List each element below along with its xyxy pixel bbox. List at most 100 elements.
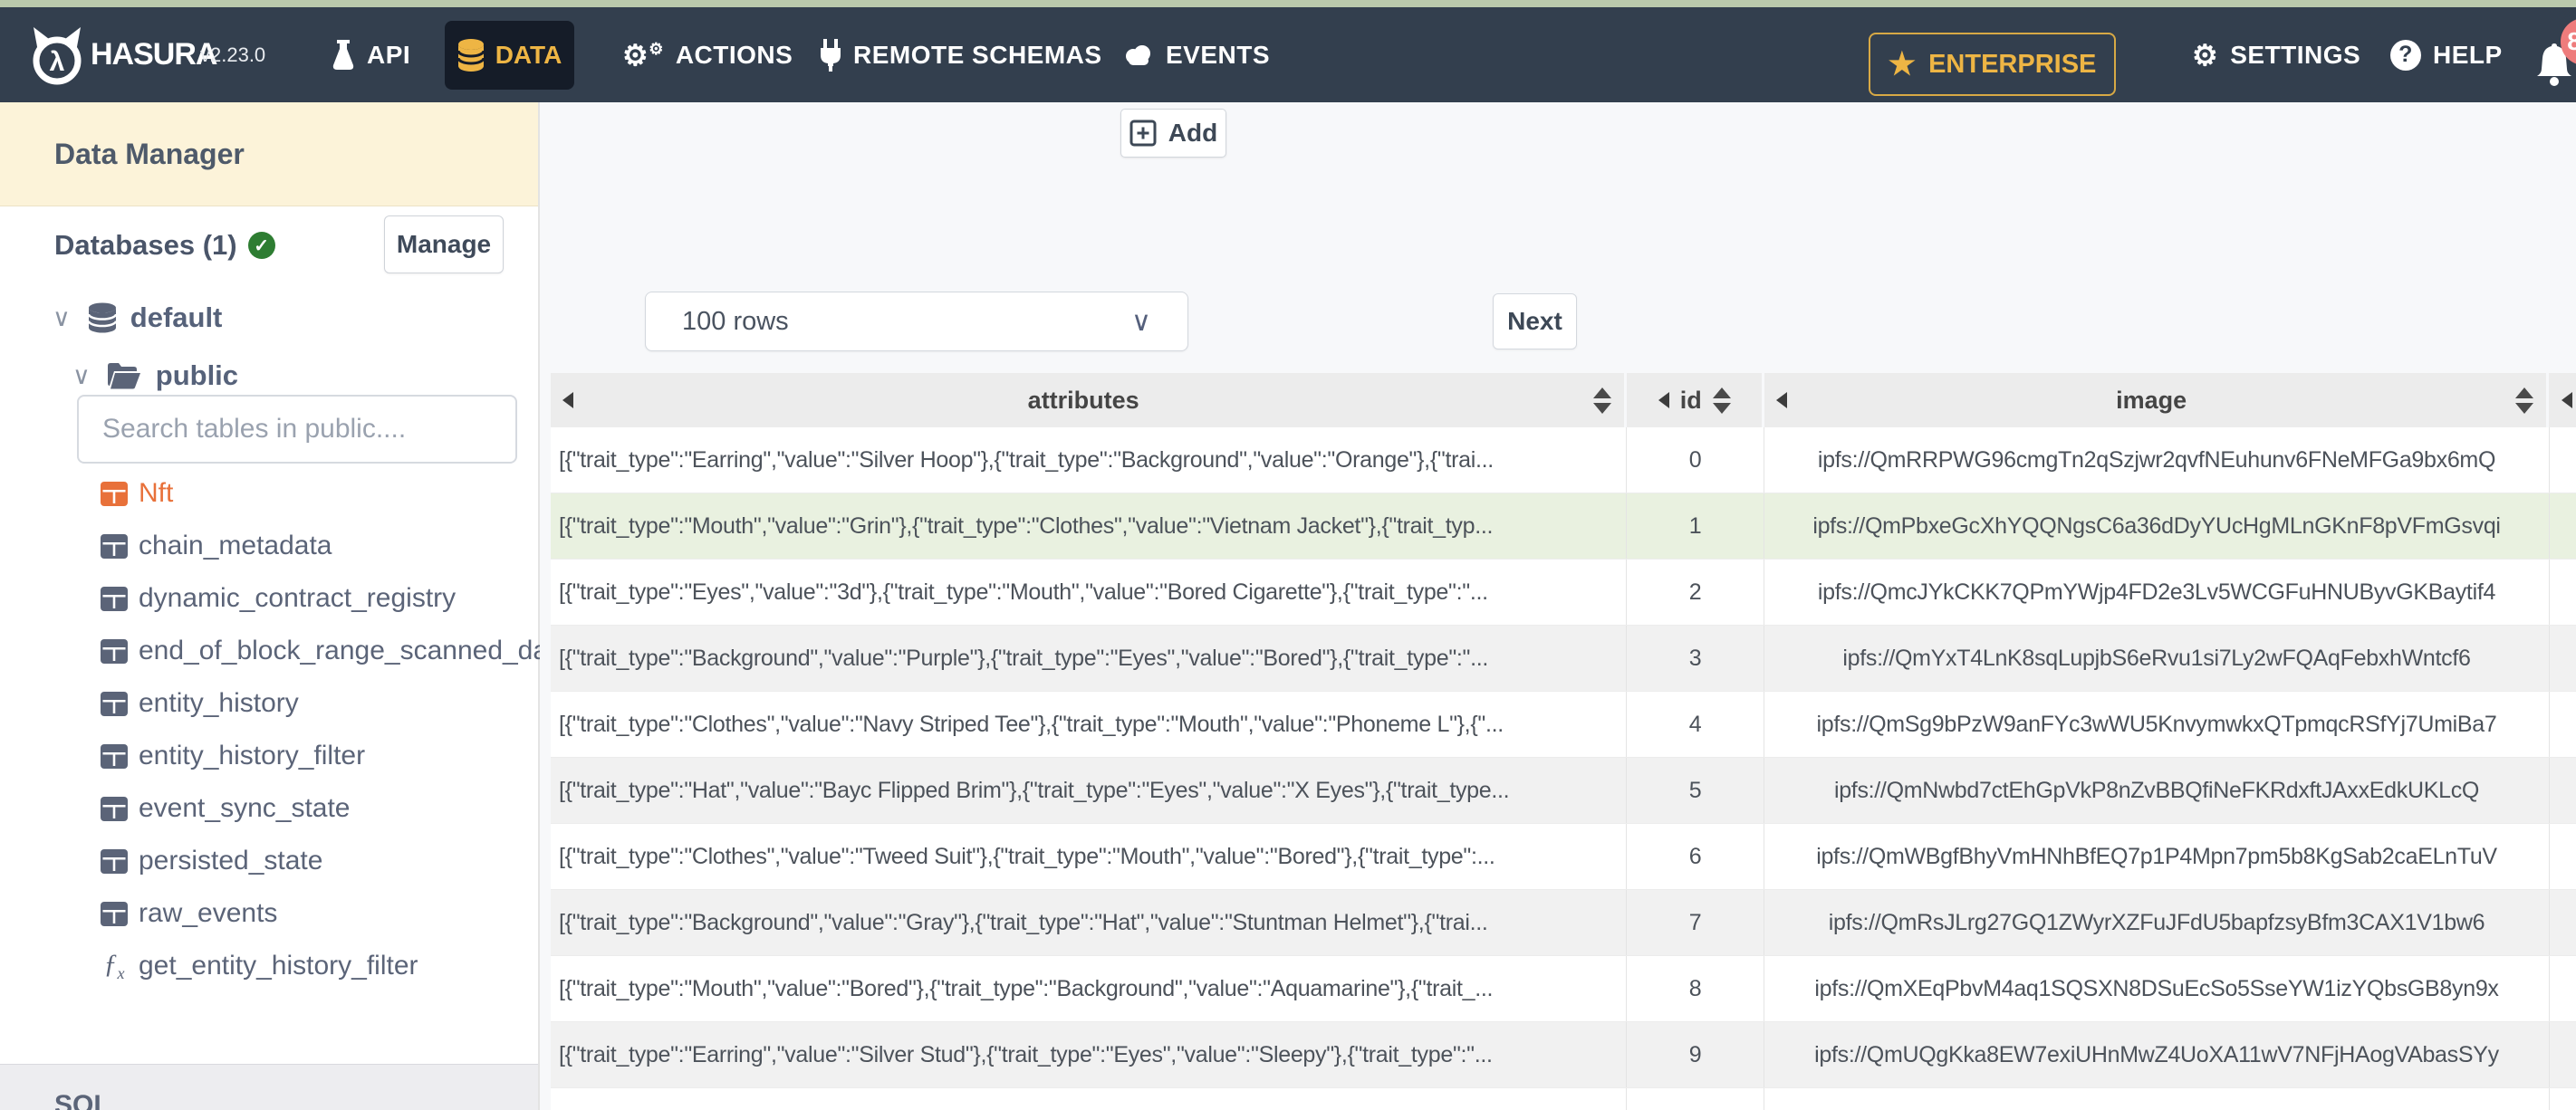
rows-select-value: 100 rows	[682, 306, 789, 336]
nav-item-settings[interactable]: ⚙ SETTINGS	[2192, 7, 2360, 102]
cell-id[interactable]: 5	[1626, 758, 1764, 823]
table-row[interactable]: [{"trait_type":"Hat","value":"Bayc Flipp…	[551, 758, 2576, 824]
nav-item-api[interactable]: API	[332, 7, 410, 102]
cell-attributes[interactable]: [{"trait_type":"Earring","value":"Silver…	[551, 427, 1626, 493]
column-header-image[interactable]: image	[1764, 373, 2547, 427]
table-icon	[101, 638, 128, 664]
cell-image[interactable]: ipfs://QmPbxeGcXhYQQNgsC6a36dDyYUcHgMLnG…	[1764, 493, 2549, 559]
cell-image[interactable]: ipfs://QmYxT4LnK8sqLupjbS6eRvu1si7Ly2wFQ…	[1764, 626, 2549, 691]
tree-node-label: public	[155, 359, 239, 391]
table-name: entity_history_filter	[139, 741, 366, 770]
sort-icon[interactable]	[2515, 387, 2534, 414]
nav-item-label: REMOTE SCHEMAS	[853, 40, 1102, 69]
sidebar-table-item-event-sync-state[interactable]: event_sync_state	[101, 782, 350, 835]
table-row[interactable]: [{"trait_type":"Clothes","value":"Navy S…	[551, 692, 2576, 758]
cell-image[interactable]: ipfs://QmcJYkCKK7QPmYWjp4FD2e3Lv5WCGFuHN…	[1764, 560, 2549, 625]
move-column-left-icon[interactable]	[1658, 392, 1669, 408]
column-header-id[interactable]: id	[1627, 373, 1763, 427]
cell-image[interactable]: ipfs://QmWBgfBhyVmHNhBfEQ7p1P4Mpn7pm5b8K…	[1764, 824, 2549, 889]
cell-attributes[interactable]: [{"trait_type":"Clothes","value":"Tweed …	[551, 824, 1626, 889]
nav-item-help[interactable]: ? HELP	[2390, 7, 2503, 102]
sidebar-table-item-entity-history-filter[interactable]: entity_history_filter	[101, 730, 365, 782]
cell-image[interactable]: ipfs://QmUQgKka8EW7exiUHnMwZ4UoXA11wV7NF…	[1764, 1022, 2549, 1087]
plus-square-icon	[1129, 120, 1157, 147]
chevron-down-icon[interactable]: ∨	[72, 362, 91, 390]
cell-image[interactable]: ipfs://QmRsJLrg27GQ1ZWyrXZFuJFdU5bapfzsy…	[1764, 890, 2549, 955]
cell-attributes[interactable]: [{"trait_type":"Background","value":"Gra…	[551, 890, 1626, 955]
nav-item-data[interactable]: DATA	[445, 21, 574, 90]
cell-id[interactable]: 1	[1626, 493, 1764, 559]
table-row[interactable]: [{"trait_type":"Mouth","value":"Bored"},…	[551, 956, 2576, 1022]
sidebar-table-item-dynamic-contract-registry[interactable]: dynamic_contract_registry	[101, 572, 456, 625]
cell-partial	[2549, 758, 2576, 823]
cell-attributes[interactable]: [{"trait_type":"Mouth","value":"Grin"},{…	[551, 493, 1626, 559]
cell-id[interactable]: 9	[1626, 1022, 1764, 1087]
sort-icon[interactable]	[1712, 387, 1731, 414]
table-row[interactable]: [{"trait_type":"Background","value":"Pur…	[551, 626, 2576, 692]
cell-attributes[interactable]: [{"trait_type":"Clothes","value":"Navy S…	[551, 692, 1626, 757]
table-row[interactable]: [{"trait_type":"Clothes","value":"Tweed …	[551, 824, 2576, 890]
cell-attributes[interactable]: [{"trait_type":"Earring","value":"Silver…	[551, 1022, 1626, 1087]
settings-label: SETTINGS	[2230, 40, 2361, 69]
table-icon	[101, 848, 128, 874]
cell-attributes[interactable]: [{"trait_type":"Background","value":"Pur…	[551, 626, 1626, 691]
column-title: id	[1679, 386, 1702, 414]
cell-id[interactable]: 3	[1626, 626, 1764, 691]
table-name: chain_metadata	[139, 531, 332, 560]
sidebar-table-item-raw-events[interactable]: raw_events	[101, 887, 277, 940]
sidebar-table-item-end-of-block-range-scanned-data[interactable]: end_of_block_range_scanned_data	[101, 625, 571, 677]
table-row[interactable]: [{"trait_type":"Earring","value":"Silver…	[551, 427, 2576, 493]
cell-id[interactable]: 2	[1626, 560, 1764, 625]
cell-image[interactable]: ipfs://QmNwbd7ctEhGpVkP8nZvBBQfiNeFKRdxf…	[1764, 758, 2549, 823]
search-tables-input[interactable]	[77, 395, 517, 464]
nav-item-remote-schemas[interactable]: REMOTE SCHEMAS	[820, 7, 1102, 102]
column-header-attributes[interactable]: attributes	[551, 373, 1625, 427]
sidebar-table-item-nft[interactable]: Nft	[101, 467, 173, 520]
cell-id[interactable]: 0	[1626, 427, 1764, 493]
table-row[interactable]: [{"trait_type":"Earring","value":"Silver…	[551, 1022, 2576, 1088]
cell-image[interactable]: ipfs://QmSg9bPzW9anFYc3wWU5KnvymwkxQTpmq…	[1764, 692, 2549, 757]
table-row-highlighted[interactable]: [{"trait_type":"Mouth","value":"Grin"},{…	[551, 493, 2576, 560]
cell-id[interactable]: 4	[1626, 692, 1764, 757]
move-column-left-icon[interactable]	[562, 392, 573, 408]
hasura-logo-icon[interactable]: λ	[31, 27, 83, 87]
enterprise-button[interactable]: ★ ENTERPRISE	[1869, 33, 2116, 96]
table-name: Nft	[139, 478, 174, 508]
connected-check-icon: ✓	[247, 232, 275, 259]
table-row[interactable]: [{"trait_type":"Eyes","value":"3d"},{"tr…	[551, 560, 2576, 626]
sidebar-table-item-persisted-state[interactable]: persisted_state	[101, 835, 322, 887]
rows-per-page-select[interactable]: 100 rows ∨	[645, 292, 1188, 351]
sidebar-table-item-entity-history[interactable]: entity_history	[101, 677, 299, 730]
gears-icon: ⚙⚙	[622, 38, 664, 72]
folder-open-icon	[107, 362, 140, 389]
sidebar-function-item-get-entity-history-filter[interactable]: ƒx get_entity_history_filter	[101, 940, 418, 992]
cell-id[interactable]: 6	[1626, 824, 1764, 889]
next-page-button[interactable]: Next	[1493, 293, 1577, 349]
move-column-left-icon[interactable]	[1776, 392, 1788, 408]
nav-item-events[interactable]: EVENTS	[1123, 7, 1270, 102]
cell-attributes[interactable]: [{"trait_type":"Eyes","value":"3d"},{"tr…	[551, 560, 1626, 625]
notifications-bell[interactable]: 8	[2533, 7, 2576, 102]
cell-id[interactable]: 7	[1626, 890, 1764, 955]
chevron-down-icon[interactable]: ∨	[53, 304, 71, 332]
sidebar-sql-section[interactable]: SQL	[0, 1064, 538, 1110]
cell-attributes[interactable]: [{"trait_type":"Mouth","value":"Bored"},…	[551, 956, 1626, 1021]
function-icon: ƒx	[103, 949, 125, 982]
cell-image[interactable]: ipfs://QmRRPWG96cmgTn2qSzjwr2qvfNEuhunv6…	[1764, 427, 2549, 493]
manage-button[interactable]: Manage	[384, 215, 504, 273]
tree-node-default[interactable]: ∨ default	[53, 291, 222, 345]
enterprise-label: ENTERPRISE	[1928, 49, 2097, 79]
table-name: persisted_state	[139, 846, 323, 876]
cell-attributes[interactable]: [{"trait_type":"Hat","value":"Bayc Flipp…	[551, 758, 1626, 823]
add-row-button[interactable]: Add	[1120, 109, 1226, 158]
move-column-left-icon[interactable]	[2562, 392, 2573, 408]
sidebar-table-item-chain-metadata[interactable]: chain_metadata	[101, 520, 332, 572]
cell-image[interactable]: ipfs://QmXEqPbvM4aq1SQSXN8DSuEcSo5SseYW1…	[1764, 956, 2549, 1021]
table-icon	[101, 533, 128, 559]
sort-icon[interactable]	[1593, 387, 1612, 414]
cell-id[interactable]: 8	[1626, 956, 1764, 1021]
nav-item-actions[interactable]: ⚙⚙ ACTIONS	[622, 7, 793, 102]
cell-partial	[2549, 493, 2576, 559]
table-row[interactable]: [{"trait_type":"Background","value":"Gra…	[551, 890, 2576, 956]
column-header-partial[interactable]	[2549, 373, 2576, 427]
